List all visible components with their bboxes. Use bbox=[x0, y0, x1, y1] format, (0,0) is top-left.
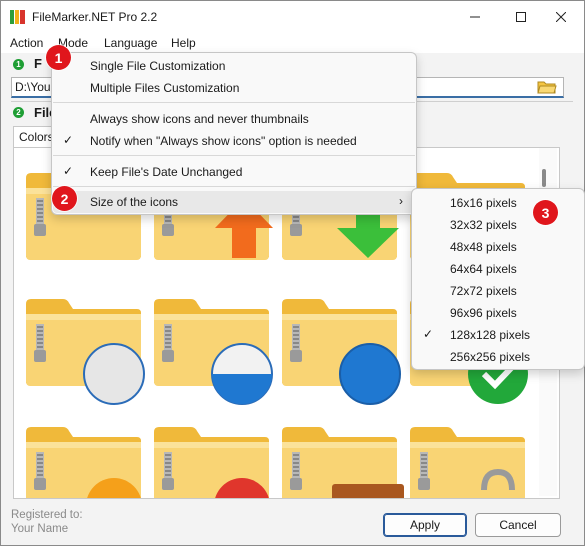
chevron-right-icon: › bbox=[399, 194, 403, 208]
menu-item-notify[interactable]: ✓ Notify when "Always show icons" option… bbox=[53, 130, 415, 152]
menu-item-label: Single File Customization bbox=[90, 59, 226, 73]
submenu-item-96[interactable]: 96x96 pixels bbox=[413, 302, 583, 324]
close-icon bbox=[556, 12, 566, 22]
check-icon: ✓ bbox=[63, 133, 74, 147]
minimize-button[interactable] bbox=[452, 1, 498, 33]
submenu-item-label: 64x64 pixels bbox=[450, 262, 517, 276]
browse-folder-icon[interactable] bbox=[537, 78, 557, 95]
annotation-badge-2: 2 bbox=[52, 186, 77, 211]
menu-separator bbox=[53, 102, 415, 103]
submenu-item-72[interactable]: 72x72 pixels bbox=[413, 280, 583, 302]
icon-size-submenu: 16x16 pixels 32x32 pixels 48x48 pixels 6… bbox=[411, 188, 585, 370]
step-1-label: F bbox=[34, 56, 42, 71]
submenu-item-label: 128x128 pixels bbox=[450, 328, 531, 342]
menu-item-keep-date[interactable]: ✓ Keep File's Date Unchanged bbox=[53, 161, 415, 183]
menu-bar: Action Mode Language Help bbox=[1, 33, 584, 53]
submenu-item-128[interactable]: ✓ 128x128 pixels bbox=[413, 324, 583, 346]
menu-help[interactable]: Help bbox=[171, 36, 196, 50]
submenu-item-64[interactable]: 64x64 pixels bbox=[413, 258, 583, 280]
check-icon: ✓ bbox=[423, 327, 434, 341]
registered-user: Your Name bbox=[11, 523, 69, 535]
app-logo-icon bbox=[10, 10, 25, 24]
mode-menu: Single File Customization Multiple Files… bbox=[51, 52, 417, 215]
close-button[interactable] bbox=[538, 1, 584, 33]
submenu-item-label: 16x16 pixels bbox=[450, 196, 517, 210]
menu-item-label: Always show icons and never thumbnails bbox=[90, 112, 309, 126]
menu-item-multiple[interactable]: Multiple Files Customization bbox=[53, 77, 415, 99]
cancel-button[interactable]: Cancel bbox=[475, 513, 561, 537]
menu-item-label: Notify when "Always show icons" option i… bbox=[90, 134, 357, 148]
check-icon: ✓ bbox=[63, 164, 74, 178]
submenu-item-label: 72x72 pixels bbox=[450, 284, 517, 298]
menu-action[interactable]: Action bbox=[10, 36, 43, 50]
apply-button[interactable]: Apply bbox=[383, 513, 467, 537]
menu-separator bbox=[53, 155, 415, 156]
menu-separator bbox=[53, 186, 415, 187]
submenu-item-256[interactable]: 256x256 pixels bbox=[413, 346, 583, 368]
submenu-item-label: 48x48 pixels bbox=[450, 240, 517, 254]
annotation-badge-3: 3 bbox=[533, 200, 558, 225]
step-1-icon: 1 bbox=[13, 59, 24, 70]
step-2-icon: 2 bbox=[13, 107, 24, 118]
menu-language[interactable]: Language bbox=[104, 36, 157, 50]
menu-item-label: Size of the icons bbox=[90, 195, 179, 209]
menu-item-label: Keep File's Date Unchanged bbox=[90, 165, 243, 179]
submenu-item-32[interactable]: 32x32 pixels bbox=[413, 214, 583, 236]
submenu-item-label: 96x96 pixels bbox=[450, 306, 517, 320]
maximize-icon bbox=[516, 12, 526, 22]
submenu-item-48[interactable]: 48x48 pixels bbox=[413, 236, 583, 258]
annotation-badge-1: 1 bbox=[46, 45, 71, 70]
scrollbar-thumb[interactable] bbox=[542, 169, 546, 187]
window-title: FileMarker.NET Pro 2.2 bbox=[32, 10, 158, 24]
menu-item-size[interactable]: Size of the icons › bbox=[53, 191, 415, 213]
menu-item-label: Multiple Files Customization bbox=[90, 81, 240, 95]
submenu-item-label: 32x32 pixels bbox=[450, 218, 517, 232]
minimize-icon bbox=[470, 16, 480, 18]
submenu-item-label: 256x256 pixels bbox=[450, 350, 531, 364]
menu-item-single[interactable]: Single File Customization bbox=[53, 55, 415, 77]
menu-item-always-icons[interactable]: Always show icons and never thumbnails bbox=[53, 108, 415, 130]
registered-to-label: Registered to: bbox=[11, 509, 83, 521]
title-bar[interactable]: FileMarker.NET Pro 2.2 bbox=[1, 1, 584, 33]
